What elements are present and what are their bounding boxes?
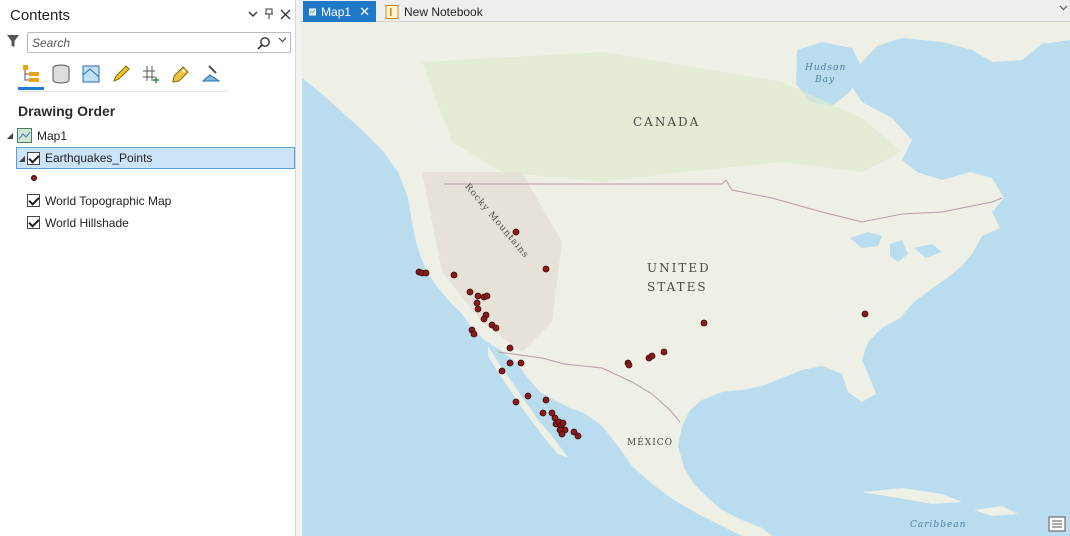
tab-label: New Notebook (404, 4, 483, 19)
earthquake-point[interactable] (660, 348, 668, 356)
search-icon[interactable] (257, 36, 271, 50)
earthquake-point[interactable] (483, 292, 491, 300)
layer-label: World Hillshade (45, 215, 129, 230)
earthquake-point[interactable] (558, 430, 566, 438)
notebook-icon (385, 4, 399, 19)
map-catalog-icon[interactable] (1048, 516, 1066, 532)
earthquake-point[interactable] (524, 392, 532, 400)
earthquake-point[interactable] (480, 315, 488, 323)
list-by-labeling-icon[interactable] (168, 60, 194, 88)
list-by-source-icon[interactable] (48, 60, 74, 88)
close-tab-icon[interactable]: ✕ (359, 4, 370, 20)
earthquake-point[interactable] (700, 319, 708, 327)
earthquake-point[interactable] (517, 359, 525, 367)
map-icon (309, 7, 317, 16)
map-label-caribbean: Caribbean (910, 520, 967, 530)
search-options-chevron-down-icon[interactable] (278, 35, 287, 47)
map-label-states: STATES (647, 280, 708, 294)
list-by-editing-icon[interactable] (108, 60, 134, 88)
earthquake-point[interactable] (506, 344, 514, 352)
tab-label: Map1 (321, 4, 352, 19)
close-icon[interactable] (278, 6, 292, 22)
layer-row-world-hillshade[interactable]: World Hillshade (27, 212, 129, 233)
tab-map1[interactable]: Map1 ✕ (303, 1, 376, 22)
map-view[interactable]: CANADA UNITED STATES MÉXICO Rocky Mounta… (302, 22, 1070, 536)
earthquake-point[interactable] (559, 419, 567, 427)
layer-row-world-topographic-map[interactable]: World Topographic Map (27, 190, 171, 211)
basemap-canvas (302, 22, 1070, 536)
earthquake-point[interactable] (450, 271, 458, 279)
layer-visibility-checkbox[interactable] (27, 151, 40, 165)
search-field[interactable] (27, 32, 291, 53)
earthquake-point[interactable] (542, 265, 550, 273)
point-symbol-icon (31, 175, 37, 181)
map-label-bay: Bay (815, 75, 836, 85)
contents-view-tabs (18, 58, 228, 92)
earthquake-point[interactable] (648, 352, 656, 360)
map-label-mexico: MÉXICO (627, 438, 674, 448)
earthquake-point[interactable] (474, 292, 482, 300)
list-by-snapping-icon[interactable] (138, 60, 164, 88)
earthquake-point[interactable] (861, 310, 869, 318)
tab-new-notebook[interactable]: New Notebook (379, 1, 489, 22)
earthquake-point[interactable] (473, 299, 481, 307)
pane-title: Contents (10, 7, 71, 24)
earthquake-point[interactable] (498, 367, 506, 375)
list-by-drawing-order-icon[interactable] (18, 60, 44, 90)
earthquake-point[interactable] (539, 409, 547, 417)
earthquake-point[interactable] (492, 324, 500, 332)
map-label-canada: CANADA (633, 115, 701, 129)
earthquake-point[interactable] (506, 359, 514, 367)
contents-pane: Contents Search Drawing Order ◢ Map1 ◢ E… (0, 0, 296, 536)
layer-label: World Topographic Map (45, 193, 172, 208)
collapse-triangle-icon[interactable]: ◢ (5, 131, 15, 140)
layer-label: Earthquakes_Points (45, 151, 153, 165)
map-label-hudson: Hudson (805, 63, 847, 73)
search-input[interactable] (32, 35, 252, 50)
list-by-perspective-imagery-icon[interactable] (198, 60, 224, 88)
filter-icon[interactable] (6, 33, 20, 49)
earthquake-point[interactable] (422, 269, 430, 277)
layer-visibility-checkbox[interactable] (27, 194, 40, 207)
tree-row-map1[interactable]: ◢ Map1 (5, 125, 67, 146)
pane-options-icon[interactable] (246, 6, 260, 22)
earthquake-point[interactable] (470, 330, 478, 338)
earthquake-point[interactable] (542, 396, 550, 404)
layer-visibility-checkbox[interactable] (27, 216, 40, 229)
map-name-label: Map1 (37, 128, 68, 143)
earthquake-point[interactable] (466, 288, 474, 296)
drawing-order-heading: Drawing Order (18, 103, 116, 119)
pin-icon[interactable] (262, 6, 276, 22)
earthquake-point[interactable] (474, 305, 482, 313)
document-tab-strip: Map1 ✕ New Notebook (300, 0, 1070, 22)
earthquake-point[interactable] (574, 432, 582, 440)
layer-row-earthquakes-points[interactable]: ◢ Earthquakes_Points (16, 147, 295, 169)
tab-list-chevron-down-icon[interactable] (1059, 3, 1068, 15)
earthquake-point[interactable] (512, 398, 520, 406)
list-by-selection-icon[interactable] (78, 60, 104, 88)
earthquake-point[interactable] (625, 361, 633, 369)
map-label-united: UNITED (647, 261, 711, 275)
collapse-triangle-icon[interactable]: ◢ (17, 154, 27, 163)
map-icon (17, 128, 32, 143)
